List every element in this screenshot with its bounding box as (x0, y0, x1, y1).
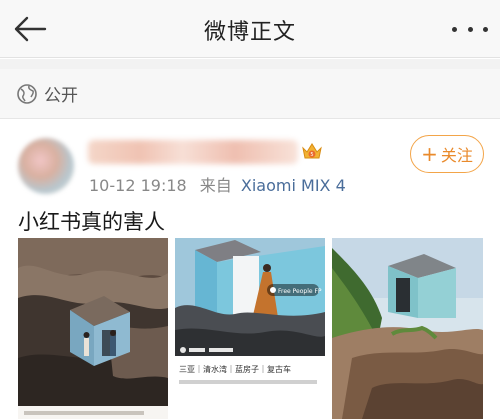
top-navbar: 微博正文 (0, 0, 500, 58)
globe-icon (17, 83, 37, 104)
photo-tag: Free People FP (278, 288, 322, 295)
svg-text:5: 5 (310, 152, 313, 158)
photo-caption: 三亚｜清水湾｜蓝房子｜复古车 (179, 364, 291, 374)
page-title: 微博正文 (203, 20, 296, 45)
post-device[interactable]: Xiaomi MIX 4 (241, 176, 346, 195)
post-text: 小红书真的害人 (18, 210, 165, 234)
section-divider (0, 59, 500, 69)
post-header: 5 10-12 19:18 来自 Xiaomi MIX 4 + 关注 (0, 120, 500, 200)
avatar[interactable] (18, 138, 74, 194)
more-options-button[interactable] (452, 18, 488, 40)
more-dots-icon (452, 26, 457, 32)
post-meta: 10-12 19:18 来自 Xiaomi MIX 4 (89, 172, 346, 196)
visibility-row[interactable]: 公开 (0, 69, 500, 119)
post-timestamp: 10-12 19:18 (89, 176, 187, 195)
post-photo-1[interactable] (18, 238, 168, 419)
plus-icon: + (421, 142, 438, 166)
follow-label: 关注 (440, 146, 473, 165)
vip-crown-icon: 5 (302, 143, 322, 159)
username-blurred[interactable] (88, 140, 298, 164)
post-photo-3[interactable] (332, 238, 483, 419)
visibility-label: 公开 (44, 86, 78, 106)
post-photo-2[interactable]: Free People FP 三亚｜清水湾｜蓝房子｜复古车 (175, 238, 325, 419)
follow-button[interactable]: + 关注 (410, 135, 484, 173)
post-source-prefix: 来自 (199, 176, 232, 195)
